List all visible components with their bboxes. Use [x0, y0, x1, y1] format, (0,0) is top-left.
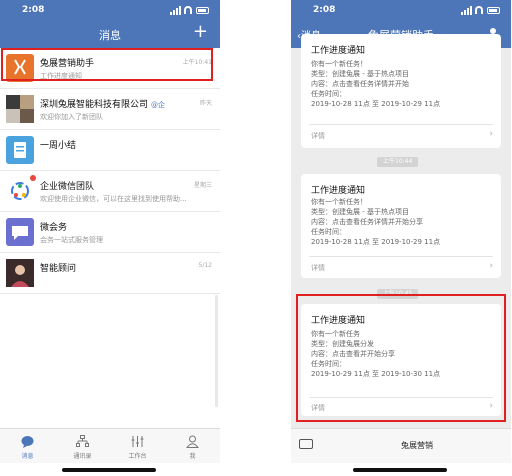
conversation-name: 企业微信团队	[40, 182, 95, 192]
conversation-time: 星期三	[193, 182, 212, 189]
card-details-link[interactable]: 详情	[311, 263, 325, 273]
card-title: 工作进度通知	[311, 46, 366, 56]
person-photo-icon	[6, 259, 34, 287]
conversation-item-company[interactable]: 深圳兔展智能科技有限公司 @企 欢迎你加入了新团队 昨天	[0, 89, 220, 130]
timestamp: 上午10:44	[377, 157, 419, 167]
battery-icon	[196, 7, 209, 14]
conversation-name: 微会务	[40, 223, 68, 233]
card-line: 类型：创建兔展 - 基于热点项目	[311, 70, 409, 78]
tab-label: 工作台	[128, 453, 147, 460]
signal-bar	[467, 8, 469, 15]
tab-contacts[interactable]: 通讯录	[55, 429, 110, 463]
input-bar: 兔展营销	[291, 428, 511, 463]
wecom-avatar	[6, 177, 34, 205]
conversation-name: 深圳兔展智能科技有限公司 @企	[40, 97, 165, 110]
card-line: 你有一个新任务！	[311, 60, 367, 68]
signal-bar	[470, 6, 472, 15]
conversation-preview: 会务一站式服务管理	[40, 236, 103, 244]
group-photo-icon	[6, 95, 34, 123]
weekly-avatar	[6, 136, 34, 164]
divider	[309, 256, 493, 257]
card-line: 内容：点击查看任务详情并开始	[311, 80, 409, 88]
conversation-item-wecom-team[interactable]: 企业微信团队 欢迎使用企业微信，可以在这里找到使用帮助... 星期三	[0, 171, 220, 212]
card-title: 工作进度通知	[311, 186, 366, 196]
chevron-right-icon: ›	[489, 129, 493, 139]
chat-icon	[21, 436, 34, 448]
card-line: 任务时间：	[311, 228, 346, 236]
status-bar: 2:08	[291, 0, 511, 20]
signal-bar	[464, 10, 466, 15]
card-line: 类型：创建兔展 - 基于热点项目	[311, 208, 409, 216]
conversation-time: 5/12	[198, 262, 212, 269]
meeting-avatar	[6, 218, 34, 246]
highlight-annotation	[1, 48, 213, 81]
add-button[interactable]: +	[193, 23, 208, 41]
status-icons	[170, 6, 210, 15]
signal-icon	[461, 12, 463, 15]
home-indicator[interactable]	[62, 468, 156, 472]
card-line: 任务时间：	[311, 90, 346, 98]
divider	[309, 124, 493, 125]
chevron-right-icon: ›	[489, 261, 493, 271]
conversation-preview: 欢迎使用企业微信，可以在这里找到使用帮助...	[40, 195, 187, 203]
card-line: 内容：点击查看任务详情并开始分享	[311, 218, 423, 226]
card-line: 你有一个新任务！	[311, 198, 367, 206]
keyboard-icon[interactable]	[299, 439, 313, 449]
status-bar: 2:08	[0, 0, 220, 20]
conversation-item-advisor[interactable]: 智能顾问 5/12	[0, 253, 220, 294]
signal-bar	[173, 10, 175, 15]
conversation-name: 一周小结	[40, 141, 77, 151]
signal-bar	[176, 8, 178, 15]
tab-label: 消息	[21, 453, 34, 460]
message-card[interactable]: 工作进度通知 你有一个新任务！ 类型：创建兔展 - 基于热点项目 内容：点击查看…	[301, 174, 501, 278]
message-card[interactable]: 工作进度通知 你有一个新任务！ 类型：创建兔展 - 基于热点项目 内容：点击查看…	[301, 34, 501, 148]
wecom-logo-icon	[11, 182, 29, 200]
conversation-item-meeting[interactable]: 微会务 会务一站式服务管理	[0, 212, 220, 253]
scrollbar[interactable]	[215, 295, 218, 407]
me-icon	[186, 435, 199, 448]
card-line: 2019-10-28 11点 至 2019-10-29 11点	[311, 100, 441, 108]
signal-bar	[179, 6, 181, 15]
company-tag: @企	[151, 101, 166, 109]
conversation-preview: 欢迎你加入了新团队	[40, 113, 103, 121]
tab-workbench[interactable]: 工作台	[110, 429, 165, 463]
message-list-screen: 2:08 消息 + 兔展营销助手 工作进度通知 上午10:41 深圳兔展智能科技…	[0, 0, 220, 476]
card-line: 2019-10-28 11点 至 2019-10-29 11点	[311, 238, 441, 246]
unread-badge	[30, 175, 36, 181]
conversation-item-weekly[interactable]: 一周小结	[0, 130, 220, 171]
status-icons	[461, 6, 501, 15]
wifi-icon	[475, 6, 483, 14]
app-menu-button[interactable]: 兔展营销	[323, 440, 511, 451]
status-time: 2:08	[22, 5, 45, 15]
status-time: 2:08	[313, 5, 336, 15]
clipboard-icon	[14, 142, 26, 158]
home-indicator[interactable]	[353, 468, 447, 472]
battery-icon	[487, 7, 500, 14]
tab-bar: 消息 通讯录 工作台 我	[0, 428, 220, 463]
tab-label: 通讯录	[73, 453, 92, 460]
chat-bubble-icon	[12, 226, 28, 240]
conversation-time: 昨天	[199, 100, 212, 107]
page-title: 消息	[99, 29, 121, 42]
tab-me[interactable]: 我	[165, 429, 220, 463]
card-details-link[interactable]: 详情	[311, 131, 325, 141]
tab-messages[interactable]: 消息	[0, 429, 55, 463]
chat-screen: 2:08 ‹消息 兔展营销助手 工作进度通知 你有一个新任务！ 类型：创建兔展 …	[291, 0, 511, 476]
workbench-icon	[131, 436, 144, 447]
conversation-name-text: 深圳兔展智能科技有限公司	[40, 100, 149, 110]
contacts-icon	[76, 435, 89, 447]
company-avatar	[6, 95, 34, 123]
advisor-avatar	[6, 259, 34, 287]
wifi-icon	[184, 6, 192, 14]
signal-icon	[170, 12, 172, 15]
conversation-name: 智能顾问	[40, 264, 77, 274]
highlight-annotation	[296, 294, 506, 422]
tab-label: 我	[189, 453, 196, 460]
nav-bar: 消息 +	[0, 20, 220, 48]
